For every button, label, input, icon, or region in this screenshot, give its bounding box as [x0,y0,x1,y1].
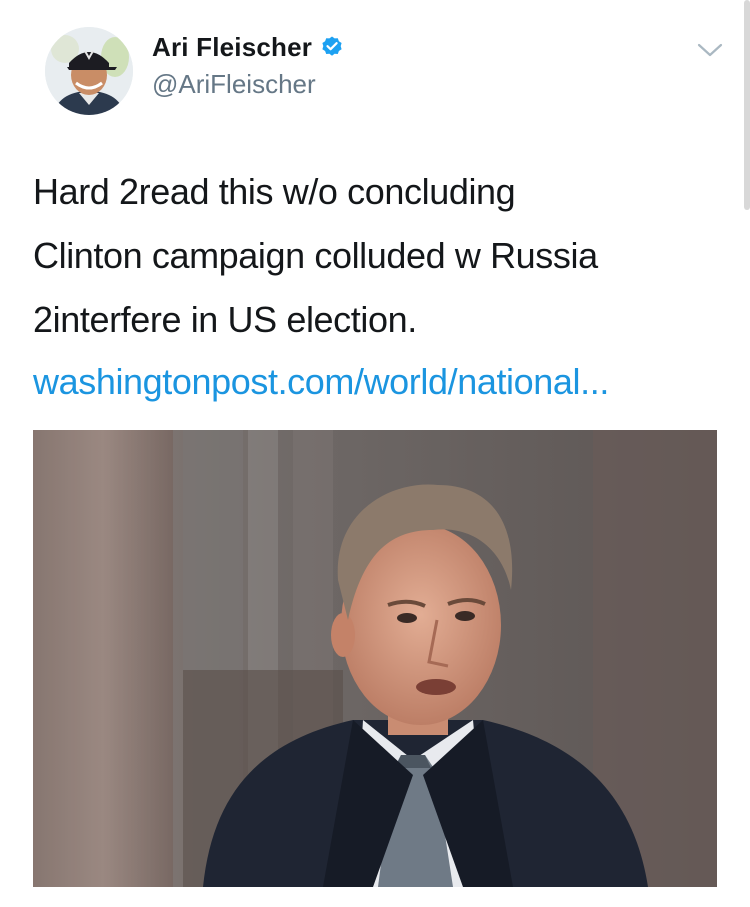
display-name-row: Ari Fleischer [152,29,344,65]
tweet-link[interactable]: washingtonpost.com/world/national... [33,350,609,414]
tweet-text-line: Hard 2read this w/o concluding [33,171,516,212]
tweet-media-photo[interactable] [33,430,717,887]
author-names: Ari Fleischer @AriFleischer [152,29,344,100]
tweet-text-line: 2interfere in US election. [33,299,417,340]
author-handle[interactable]: @AriFleischer [152,69,344,100]
photo-man-in-suit-icon [33,430,717,887]
author-display-name[interactable]: Ari Fleischer [152,32,312,63]
tweet-text: Hard 2read this w/o concluding Clinton c… [33,160,723,352]
avatar[interactable] [45,27,133,115]
tweet-header: Ari Fleischer @AriFleischer [45,27,725,117]
chevron-down-icon[interactable] [695,35,725,65]
tweet-card: Ari Fleischer @AriFleischer Hard 2read t… [0,0,750,907]
user-avatar-photo-icon [45,27,133,115]
tweet-text-line: Clinton campaign colluded w Russia [33,235,598,276]
verified-badge-icon [322,36,342,56]
